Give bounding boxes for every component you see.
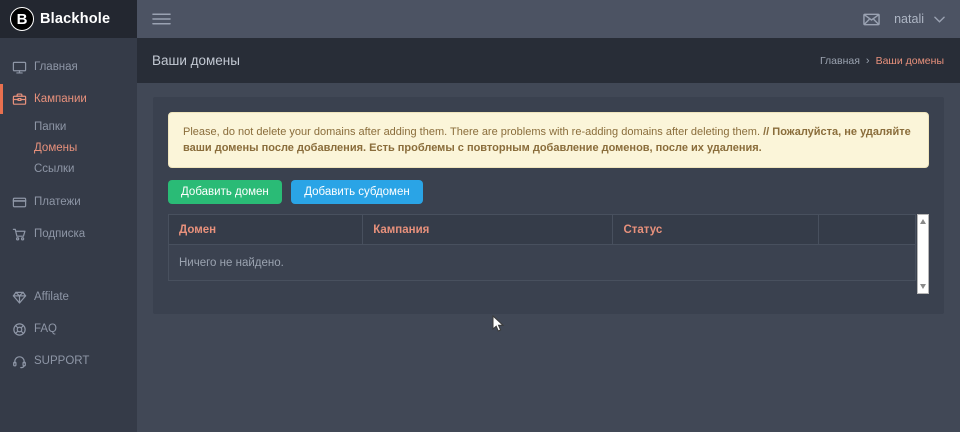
- monitor-icon: [12, 60, 27, 75]
- gem-icon: [12, 290, 27, 305]
- shopping-cart-icon: [12, 227, 27, 242]
- sidebar-item-label: Ссылки: [34, 163, 75, 175]
- sidebar-item-label: Платежи: [34, 196, 81, 208]
- topbar-right: natali: [863, 12, 945, 26]
- table-scrollbar[interactable]: [917, 214, 929, 294]
- sidebar-item-affiliate[interactable]: Affilate: [0, 282, 137, 312]
- briefcase-icon: [12, 92, 27, 107]
- domains-panel: Please, do not delete your domains after…: [153, 97, 944, 314]
- sidebar-item-label: Главная: [34, 61, 78, 73]
- warning-alert: Please, do not delete your domains after…: [168, 112, 929, 168]
- empty-state-text: Ничего не найдено.: [169, 245, 916, 281]
- breadcrumb: Главная › Ваши домены: [820, 55, 944, 67]
- sidebar-item-subscription[interactable]: Подписка: [0, 219, 137, 249]
- sidebar-item-links[interactable]: Ссылки: [0, 158, 137, 179]
- table-header-row: Домен Кампания Статус: [169, 215, 916, 245]
- topbar: natali: [137, 0, 960, 38]
- breadcrumb-home-link[interactable]: Главная: [820, 55, 860, 67]
- column-header-actions: [818, 215, 915, 245]
- sidebar-item-label: Кампании: [34, 93, 87, 105]
- alert-separator: //: [763, 126, 769, 138]
- sidebar-item-label: Affilate: [34, 291, 69, 303]
- brand-logo[interactable]: B Blackhole: [0, 0, 137, 38]
- scrollbar-down-arrow[interactable]: [920, 284, 926, 289]
- content-area: Please, do not delete your domains after…: [137, 83, 960, 432]
- sidebar-item-label: FAQ: [34, 323, 57, 335]
- life-ring-icon: [12, 322, 27, 337]
- sidebar-item-label: SUPPORT: [34, 355, 89, 367]
- add-domain-button[interactable]: Добавить домен: [168, 180, 282, 204]
- breadcrumb-separator-icon: ›: [866, 55, 870, 67]
- brand-logo-icon: B: [10, 7, 34, 31]
- page-title: Ваши домены: [152, 53, 240, 68]
- sidebar-item-home[interactable]: Главная: [0, 52, 137, 82]
- column-header-campaign[interactable]: Кампания: [363, 215, 613, 245]
- main-column: natali Ваши домены Главная › Ваши домены…: [137, 0, 960, 432]
- column-header-status[interactable]: Статус: [613, 215, 818, 245]
- scrollbar-up-arrow[interactable]: [920, 219, 926, 224]
- breadcrumb-current: Ваши домены: [876, 55, 944, 67]
- sidebar: B Blackhole Главная Кампании Папки Домен…: [0, 0, 137, 432]
- domains-table-container: Домен Кампания Статус Ничего не найдено.: [168, 214, 929, 294]
- sidebar-item-support[interactable]: SUPPORT: [0, 346, 137, 376]
- table-row: Ничего не найдено.: [169, 245, 916, 281]
- chevron-down-icon[interactable]: [934, 16, 945, 23]
- domains-table: Домен Кампания Статус Ничего не найдено.: [168, 214, 916, 281]
- app-root: B Blackhole Главная Кампании Папки Домен…: [0, 0, 960, 432]
- headset-icon: [12, 354, 27, 369]
- action-buttons: Добавить домен Добавить субдомен: [168, 180, 929, 204]
- mail-icon[interactable]: [863, 13, 880, 26]
- user-menu[interactable]: natali: [894, 12, 924, 26]
- menu-toggle-icon[interactable]: [152, 12, 171, 26]
- page-header: Ваши домены Главная › Ваши домены: [137, 38, 960, 83]
- alert-text-en: Please, do not delete your domains after…: [183, 126, 760, 138]
- sidebar-item-label: Домены: [34, 142, 77, 154]
- credit-card-icon: [12, 195, 27, 210]
- sidebar-nav: Главная Кампании Папки Домены Ссылки: [0, 38, 137, 378]
- sidebar-item-folders[interactable]: Папки: [0, 116, 137, 137]
- sidebar-item-label: Папки: [34, 121, 66, 133]
- brand-name: Blackhole: [40, 11, 110, 27]
- sidebar-item-campaigns[interactable]: Кампании: [0, 84, 137, 114]
- sidebar-item-label: Подписка: [34, 228, 85, 240]
- sidebar-item-domains[interactable]: Домены: [0, 137, 137, 158]
- add-subdomain-button[interactable]: Добавить субдомен: [291, 180, 422, 204]
- column-header-domain[interactable]: Домен: [169, 215, 363, 245]
- sidebar-section-divider: [0, 251, 137, 282]
- sidebar-item-faq[interactable]: FAQ: [0, 314, 137, 344]
- sidebar-item-payments[interactable]: Платежи: [0, 187, 137, 217]
